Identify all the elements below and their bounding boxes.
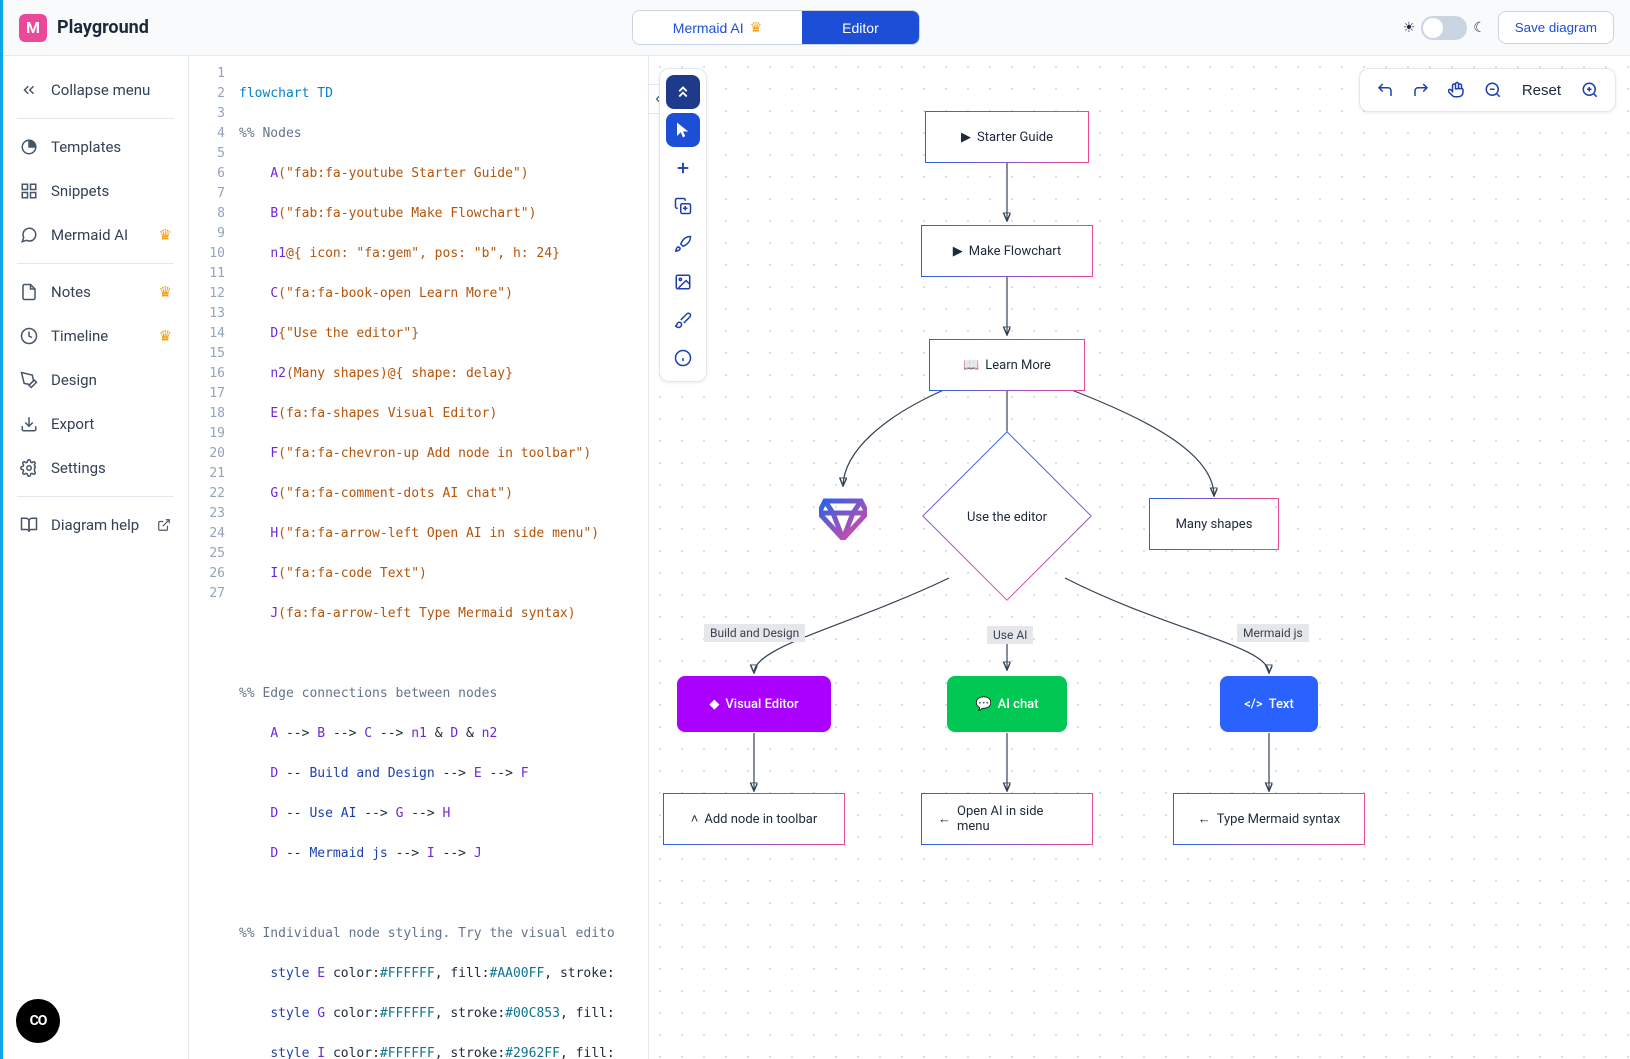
node-open-ai-menu[interactable]: ← Open AI in side menu (921, 793, 1093, 845)
arrow-left-icon: ← (1198, 811, 1211, 827)
sidebar-item-snippets[interactable]: Snippets (3, 169, 188, 213)
node-label: Make Flowchart (969, 244, 1062, 259)
tab-mermaid-ai[interactable]: Mermaid AI ♛ (633, 11, 802, 44)
theme-toggle[interactable]: ☀ ☾ (1403, 16, 1486, 40)
node-label: Use the editor (965, 510, 1049, 525)
crown-icon: ♛ (750, 19, 763, 36)
snippets-icon (19, 181, 39, 201)
edge-label: Use AI (987, 626, 1033, 644)
sidebar-item-design[interactable]: Design (3, 358, 188, 402)
sun-icon: ☀ (1403, 20, 1416, 36)
sidebar-item-settings[interactable]: Settings (3, 446, 188, 490)
arrow-left-icon: ← (938, 811, 951, 827)
node-label: Learn More (985, 358, 1051, 373)
logo-icon: M (19, 14, 47, 42)
app-title: Playground (57, 17, 149, 38)
book-icon (19, 515, 39, 535)
node-visual-editor[interactable]: ◆ Visual Editor (677, 676, 831, 732)
tab-editor[interactable]: Editor (802, 11, 919, 44)
sidebar-item-mermaid-ai[interactable]: Mermaid AI ♛ (3, 213, 188, 257)
node-many-shapes[interactable]: Many shapes (1149, 498, 1279, 550)
shapes-icon: ◆ (709, 697, 719, 712)
code-editor[interactable]: 1234567891011121314151617181920212223242… (189, 56, 649, 1059)
sidebar-item-label: Notes (51, 283, 147, 301)
node-starter-guide[interactable]: ▶ Starter Guide (925, 111, 1089, 163)
diagram-canvas[interactable]: Reset (649, 56, 1630, 1059)
node-make-flowchart[interactable]: ▶ Make Flowchart (921, 225, 1093, 277)
code-icon: </> (1244, 697, 1262, 712)
sidebar-item-label: Mermaid AI (51, 226, 147, 244)
tab-label: Mermaid AI (673, 20, 744, 36)
chevrons-left-icon (19, 80, 39, 100)
external-link-icon (156, 517, 172, 533)
notes-icon (19, 282, 39, 302)
sidebar-item-label: Collapse menu (51, 81, 172, 99)
node-label: AI chat (998, 697, 1039, 712)
sidebar-item-label: Templates (51, 138, 172, 156)
topbar: M Playground Mermaid AI ♛ Editor ☀ ☾ Sav… (3, 0, 1630, 56)
timeline-icon (19, 326, 39, 346)
export-icon (19, 414, 39, 434)
chat-icon (19, 225, 39, 245)
sidebar-item-label: Export (51, 415, 172, 433)
gear-icon (19, 458, 39, 478)
node-label: Starter Guide (977, 130, 1053, 145)
crown-icon: ♛ (159, 226, 172, 244)
node-learn-more[interactable]: 📖 Learn More (929, 339, 1085, 391)
crown-icon: ♛ (159, 327, 172, 345)
sidebar-item-timeline[interactable]: Timeline ♛ (3, 314, 188, 358)
sidebar-item-label: Snippets (51, 182, 172, 200)
comment-icon: 💬 (975, 697, 991, 712)
flowchart-diagram: ▶ Starter Guide ▶ Make Flowchart 📖 Learn… (649, 56, 1630, 1059)
gem-icon[interactable] (819, 498, 867, 544)
template-icon (19, 137, 39, 157)
logo-area: M Playground (19, 14, 149, 42)
node-label: Type Mermaid syntax (1217, 812, 1341, 827)
chevron-up-icon: ˄ (691, 811, 699, 827)
sidebar-item-templates[interactable]: Templates (3, 125, 188, 169)
node-label: Many shapes (1176, 517, 1253, 532)
sidebar-item-notes[interactable]: Notes ♛ (3, 270, 188, 314)
node-label: Visual Editor (725, 697, 798, 712)
node-ai-chat[interactable]: 💬 AI chat (947, 676, 1067, 732)
node-text[interactable]: </> Text (1220, 676, 1318, 732)
sidebar-item-diagram-help[interactable]: Diagram help (3, 503, 188, 547)
sidebar-item-label: Diagram help (51, 516, 144, 534)
edge-label: Build and Design (704, 624, 805, 642)
toggle-switch[interactable] (1421, 16, 1467, 40)
sidebar-item-label: Timeline (51, 327, 147, 345)
node-add-node-toolbar[interactable]: ˄ Add node in toolbar (663, 793, 845, 845)
book-icon: 📖 (963, 358, 979, 373)
sidebar-item-export[interactable]: Export (3, 402, 188, 446)
node-type-mermaid[interactable]: ← Type Mermaid syntax (1173, 793, 1365, 845)
sidebar-item-label: Settings (51, 459, 172, 477)
line-numbers: 1234567891011121314151617181920212223242… (189, 56, 235, 1059)
sidebar: Collapse menu Templates Snippets Mermaid… (3, 56, 189, 1059)
youtube-icon: ▶ (953, 244, 963, 259)
node-label: Text (1269, 697, 1294, 712)
code-content[interactable]: flowchart TD %% Nodes A("fab:fa-youtube … (235, 56, 648, 1059)
crown-icon: ♛ (159, 283, 172, 301)
node-label: Add node in toolbar (704, 812, 817, 827)
collapse-menu[interactable]: Collapse menu (3, 68, 188, 112)
help-fab[interactable]: CO (16, 999, 60, 1043)
design-icon (19, 370, 39, 390)
save-diagram-button[interactable]: Save diagram (1498, 11, 1614, 44)
node-label: Open AI in side menu (957, 804, 1076, 834)
sidebar-item-label: Design (51, 371, 172, 389)
mode-tabs: Mermaid AI ♛ Editor (632, 10, 920, 45)
youtube-icon: ▶ (961, 130, 971, 145)
edge-label: Mermaid js (1237, 624, 1309, 642)
moon-icon: ☾ (1473, 20, 1486, 36)
